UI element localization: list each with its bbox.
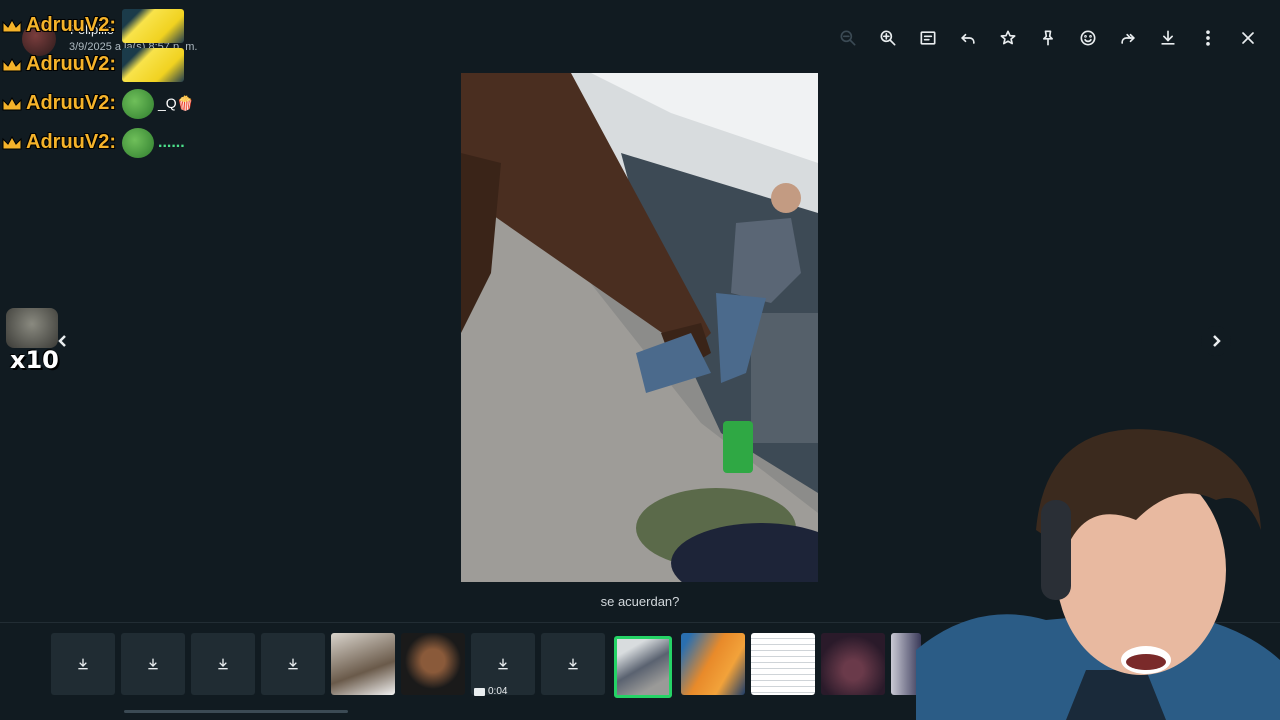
zoom-out-icon: [840, 30, 856, 46]
previous-media-button[interactable]: [48, 326, 78, 356]
chat-message: AdruuV2: ......: [2, 123, 212, 162]
star-button[interactable]: [988, 18, 1028, 58]
thumbnail-download[interactable]: [121, 633, 185, 695]
more-options-button[interactable]: [1188, 18, 1228, 58]
chat-emote-text: ......: [158, 133, 185, 151]
next-media-button[interactable]: [1201, 326, 1231, 356]
stream-chat-overlay: AdruuV2: AdruuV2: AdruuV2: _Q🍿 AdruuV2: …: [2, 6, 212, 162]
chat-username: AdruuV2:: [26, 131, 116, 153]
react-button[interactable]: [1068, 18, 1108, 58]
pepe-emote: [122, 88, 154, 119]
media-image[interactable]: [461, 73, 818, 582]
thumbnail-scrollbar[interactable]: [124, 710, 348, 713]
download-icon: [568, 658, 578, 670]
reply-button[interactable]: [948, 18, 988, 58]
thumbnail-selected[interactable]: [614, 636, 672, 698]
chat-message: AdruuV2:: [2, 6, 212, 45]
zoom-in-icon: [880, 30, 896, 46]
thumbnail-image[interactable]: [401, 633, 465, 695]
download-icon: [218, 658, 228, 670]
download-icon: [288, 658, 298, 670]
forward-icon: [1121, 33, 1135, 44]
crown-icon: [2, 135, 22, 149]
chevron-left-icon: [58, 335, 66, 347]
media-toolbar: [828, 18, 1268, 58]
zoom-in-button[interactable]: [868, 18, 908, 58]
thumbnail-download[interactable]: [51, 633, 115, 695]
zoom-out-button[interactable]: [828, 18, 868, 58]
streamer-webcam: [916, 420, 1280, 720]
close-icon: [1242, 32, 1254, 44]
thumbnail-image[interactable]: [331, 633, 395, 695]
download-icon: [148, 658, 158, 670]
pin-button[interactable]: [1028, 18, 1068, 58]
go-to-message-button[interactable]: [908, 18, 948, 58]
reply-icon: [961, 33, 975, 44]
thumbnail-image[interactable]: [681, 633, 745, 695]
download-icon: [498, 658, 508, 670]
pepe-emote: [122, 127, 154, 158]
workshop-photo: [461, 73, 818, 582]
yellow-emote: [122, 47, 184, 82]
download-icon: [1161, 30, 1175, 45]
download-button[interactable]: [1148, 18, 1188, 58]
chat-username: AdruuV2:: [26, 14, 116, 36]
yellow-emote: [122, 8, 184, 43]
webcam-image: [916, 429, 1280, 720]
thumbnail-image[interactable]: [751, 633, 815, 695]
crown-icon: [2, 57, 22, 71]
close-button[interactable]: [1228, 18, 1268, 58]
chat-emote-text: _Q🍿: [158, 95, 195, 111]
video-duration-label: 0:04: [488, 686, 508, 697]
more-vertical-icon: [1206, 30, 1210, 46]
thumbnail-download[interactable]: [541, 633, 605, 695]
thumbnail-image[interactable]: [821, 633, 885, 695]
chevron-right-icon: [1213, 335, 1221, 347]
thumbnail-download[interactable]: [191, 633, 255, 695]
crown-icon: [2, 18, 22, 32]
chat-username: AdruuV2:: [26, 53, 116, 75]
emoji-icon: [1080, 30, 1096, 46]
chat-message: AdruuV2:: [2, 45, 212, 84]
star-icon: [1000, 30, 1016, 45]
chat-list-icon: [920, 31, 936, 45]
crown-icon: [2, 96, 22, 110]
chat-username: AdruuV2:: [26, 92, 116, 114]
pin-icon: [1043, 30, 1053, 46]
download-icon: [78, 658, 88, 670]
video-camera-icon: [474, 687, 485, 696]
forward-button[interactable]: [1108, 18, 1148, 58]
chat-message: AdruuV2: _Q🍿: [2, 84, 212, 123]
video-duration: 0:04: [474, 686, 507, 697]
thumbnail-download[interactable]: [261, 633, 325, 695]
